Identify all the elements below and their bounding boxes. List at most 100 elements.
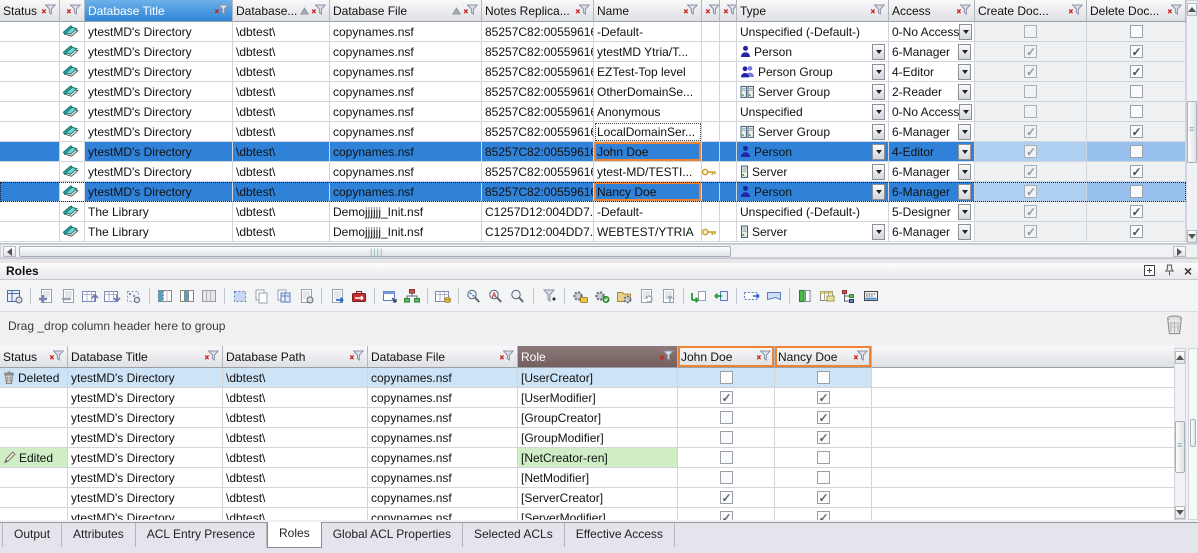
tab-attributes[interactable]: Attributes	[62, 523, 136, 547]
database-path-cell[interactable]: \dbtest\	[223, 368, 368, 388]
database-file-cell[interactable]: copynames.nsf	[330, 82, 482, 102]
dropdown-button[interactable]	[958, 124, 971, 140]
checkbox[interactable]	[1024, 225, 1037, 238]
checkbox[interactable]	[1130, 25, 1143, 38]
tab-output[interactable]: Output	[2, 523, 62, 547]
filter-icon[interactable]	[204, 350, 219, 364]
database-file-cell[interactable]: copynames.nsf	[368, 388, 518, 408]
role-row[interactable]: ytestMD's Directory\dbtest\copynames.nsf…	[0, 408, 1174, 428]
top-grid-vertical-scrollbar[interactable]: ≡	[1186, 0, 1198, 244]
status-cell[interactable]	[0, 142, 60, 162]
create-doc-cell[interactable]	[975, 202, 1087, 222]
filter-icon[interactable]	[49, 350, 64, 364]
checkbox[interactable]	[817, 451, 830, 464]
replica-id-cell[interactable]: 85257C82:00559616	[482, 122, 594, 142]
role-cell[interactable]: [ServerModifier]	[518, 508, 678, 520]
checkbox[interactable]	[1024, 105, 1037, 118]
status-cell[interactable]	[0, 82, 60, 102]
dropdown-button[interactable]	[958, 204, 971, 220]
delete-doc-cell[interactable]	[1087, 182, 1186, 202]
nancy-doe-role-cell[interactable]	[775, 368, 872, 388]
nancy-doe-role-cell[interactable]	[775, 488, 872, 508]
type-cell[interactable]: Unspecified	[737, 102, 889, 122]
name-cell[interactable]: John Doe	[594, 142, 702, 162]
checkbox[interactable]	[1024, 185, 1037, 198]
scroll-down-button[interactable]	[1187, 230, 1197, 243]
delete-doc-cell[interactable]	[1087, 42, 1186, 62]
toolbar-data-briefcase-button[interactable]	[349, 286, 369, 306]
role-cell[interactable]: [UserModifier]	[518, 388, 678, 408]
database-path-cell[interactable]: \dbtest\	[223, 468, 368, 488]
delete-doc-cell[interactable]	[1087, 202, 1186, 222]
column-header-status[interactable]: Status	[0, 346, 68, 368]
access-cell[interactable]: 5-Designer	[889, 202, 975, 222]
name-cell[interactable]: Nancy Doe	[594, 182, 702, 202]
delete-doc-cell[interactable]	[1087, 162, 1186, 182]
name-cell[interactable]: -Default-	[594, 202, 702, 222]
checkbox[interactable]	[1130, 165, 1143, 178]
database-title-cell[interactable]: ytestMD's Directory	[68, 368, 223, 388]
toolbar-export-document-button[interactable]	[327, 286, 347, 306]
toolbar-hierarchy-view-button[interactable]	[402, 286, 422, 306]
flag-cell[interactable]	[720, 162, 737, 182]
type-cell[interactable]: Person	[737, 182, 889, 202]
delete-doc-cell[interactable]	[1087, 62, 1186, 82]
database-file-cell[interactable]: copynames.nsf	[368, 448, 518, 468]
status-cell[interactable]	[0, 102, 60, 122]
type-cell[interactable]: Unspecified (-Default-)	[737, 202, 889, 222]
status-cell[interactable]	[0, 488, 68, 508]
role-cell[interactable]: [GroupCreator]	[518, 408, 678, 428]
create-doc-cell[interactable]	[975, 122, 1087, 142]
database-title-cell[interactable]: ytestMD's Directory	[85, 42, 233, 62]
dropdown-button[interactable]	[872, 104, 885, 120]
dropdown-button[interactable]	[958, 144, 971, 160]
access-cell[interactable]: 0-No Access	[889, 102, 975, 122]
column-header-john[interactable]: John Doe	[678, 346, 775, 368]
create-doc-cell[interactable]	[975, 222, 1087, 242]
database-title-cell[interactable]: ytestMD's Directory	[68, 488, 223, 508]
dropdown-button[interactable]	[872, 64, 885, 80]
dropdown-button[interactable]	[958, 44, 971, 60]
top-grid-horizontal-scrollbar[interactable]: ||||	[0, 244, 1198, 258]
column-header-create[interactable]: Create Doc...	[975, 0, 1087, 22]
role-cell[interactable]: [NetModifier]	[518, 468, 678, 488]
flag-cell[interactable]	[720, 222, 737, 242]
flag-cell[interactable]	[720, 102, 737, 122]
flag-cell[interactable]	[720, 62, 737, 82]
toolbar-filter-advanced-button[interactable]	[539, 286, 559, 306]
column-header-type[interactable]: Type	[737, 0, 889, 22]
database-icon-cell[interactable]	[60, 102, 85, 122]
checkbox[interactable]	[1130, 125, 1143, 138]
database-path-cell[interactable]: \dbtest\	[233, 162, 330, 182]
name-cell[interactable]: LocalDomainSer...	[594, 122, 702, 142]
replica-id-cell[interactable]: 85257C82:00559616	[482, 42, 594, 62]
dropdown-button[interactable]	[872, 224, 885, 240]
database-path-cell[interactable]: \dbtest\	[223, 388, 368, 408]
database-icon-cell[interactable]	[60, 62, 85, 82]
role-row[interactable]: ytestMD's Directory\dbtest\copynames.nsf…	[0, 488, 1174, 508]
database-title-cell[interactable]: ytestMD's Directory	[68, 508, 223, 520]
toolbar-export-data-button[interactable]	[711, 286, 731, 306]
database-path-cell[interactable]: \dbtest\	[233, 122, 330, 142]
column-header-nancy[interactable]: Nancy Doe	[775, 346, 872, 368]
tab-global-acl-properties[interactable]: Global ACL Properties	[322, 523, 463, 547]
database-file-cell[interactable]: copynames.nsf	[368, 508, 518, 520]
close-panel-icon[interactable]: ×	[1184, 266, 1192, 277]
filter-icon[interactable]	[463, 4, 478, 18]
toolbar-copy-options-button[interactable]	[296, 286, 316, 306]
role-row[interactable]: ytestMD's Directory\dbtest\copynames.nsf…	[0, 508, 1174, 520]
database-title-cell[interactable]: The Library	[85, 202, 233, 222]
database-icon-cell[interactable]	[60, 162, 85, 182]
database-title-cell[interactable]: ytestMD's Directory	[85, 182, 233, 202]
nancy-doe-role-cell[interactable]	[775, 388, 872, 408]
checkbox[interactable]	[720, 391, 733, 404]
database-path-cell[interactable]: \dbtest\	[233, 202, 330, 222]
acl-entry-row[interactable]: The Library\dbtest\Demojjjjjj_Init.nsfC1…	[0, 202, 1186, 222]
maximize-panel-icon[interactable]	[1144, 265, 1155, 278]
checkbox[interactable]	[817, 431, 830, 444]
roles-grid-vertical-scrollbar[interactable]: ≡	[1174, 348, 1186, 520]
create-doc-cell[interactable]	[975, 62, 1087, 82]
checkbox[interactable]	[817, 471, 830, 484]
checkbox[interactable]	[817, 511, 830, 520]
database-file-cell[interactable]: Demojjjjjj_Init.nsf	[330, 222, 482, 242]
